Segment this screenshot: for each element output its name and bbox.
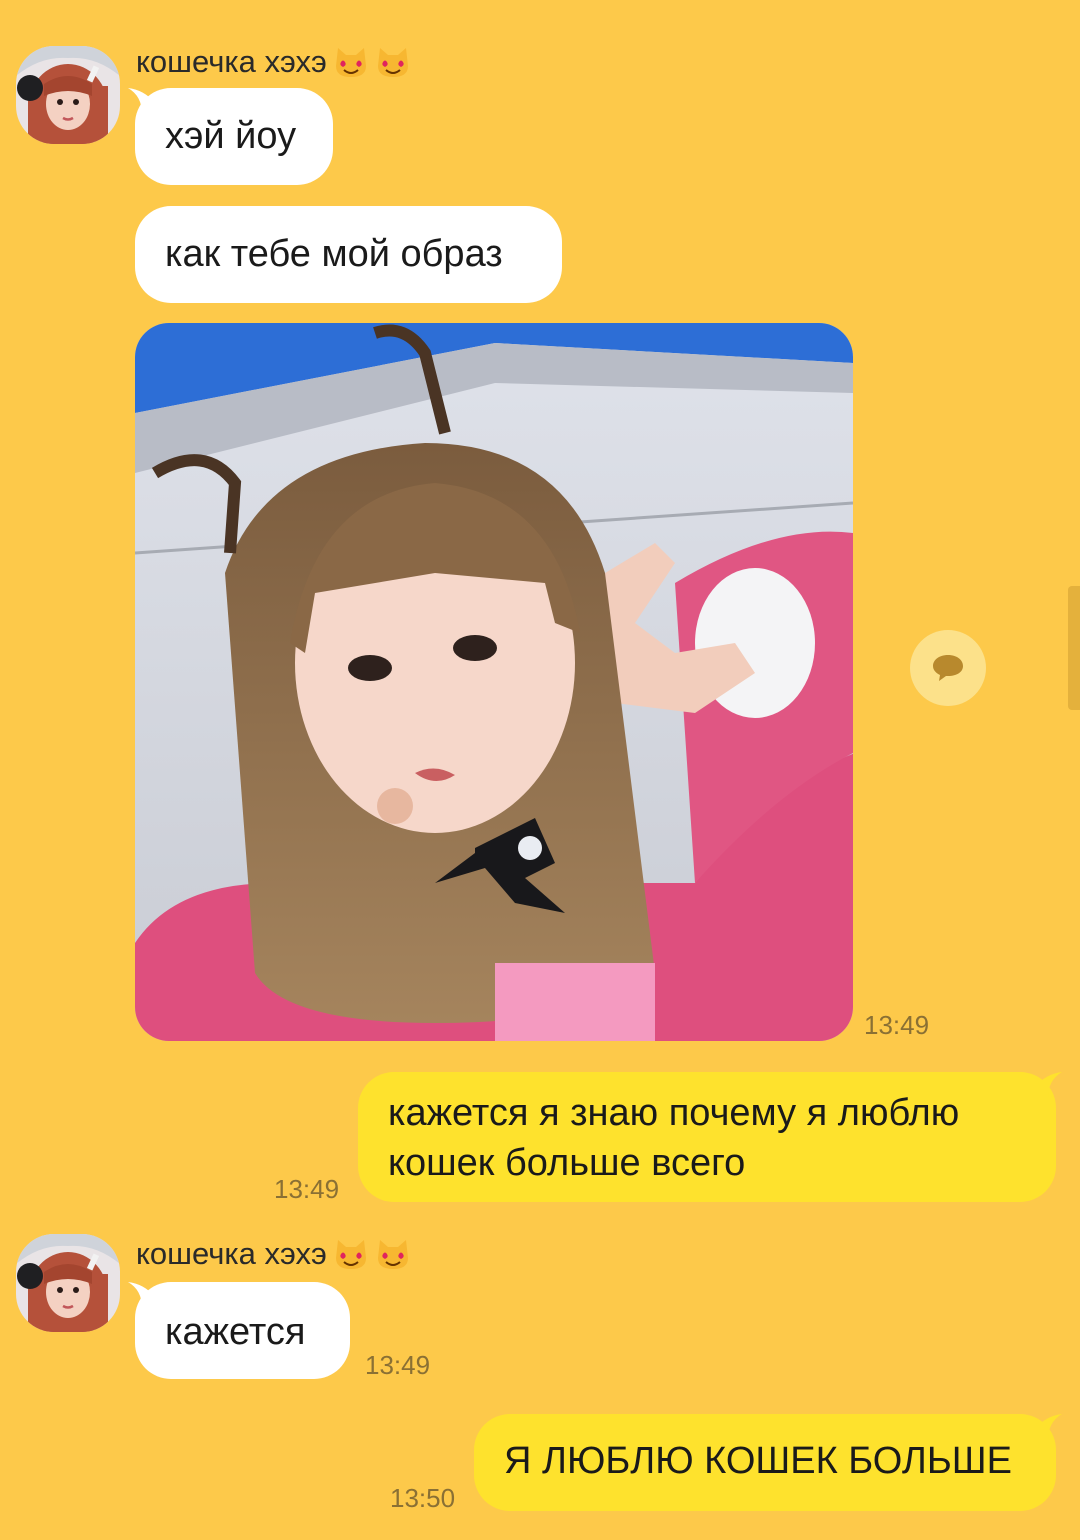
message-text: хэй йоу bbox=[165, 115, 297, 157]
photo-message[interactable] bbox=[135, 323, 853, 1041]
heart-eyes-cat-icon bbox=[375, 44, 411, 80]
message-bubble-outgoing[interactable]: Я ЛЮБЛЮ КОШЕК БОЛЬШЕ bbox=[474, 1414, 1056, 1511]
sender-name: кошечка хэхэ bbox=[136, 44, 411, 80]
message-text: кажется bbox=[165, 1311, 306, 1353]
message-timestamp: 13:49 bbox=[365, 1350, 431, 1380]
reply-button[interactable] bbox=[910, 630, 986, 706]
message-bubble-incoming[interactable]: кажется bbox=[135, 1282, 350, 1379]
sender-name: кошечка хэхэ bbox=[136, 1236, 411, 1272]
message-bubble-outgoing[interactable]: кажется я знаю почему я люблю кошек боль… bbox=[358, 1072, 1056, 1202]
heart-eyes-cat-icon bbox=[333, 1236, 369, 1272]
message-text-line: кажется я знаю почему я люблю bbox=[388, 1092, 960, 1134]
speech-bubble-icon bbox=[933, 655, 963, 681]
bubble-tail bbox=[1036, 1414, 1062, 1440]
bubble-tail bbox=[1036, 1072, 1062, 1098]
heart-eyes-cat-icon bbox=[333, 44, 369, 80]
message-bubble-incoming[interactable]: как тебе мой образ bbox=[135, 206, 562, 303]
heart-eyes-cat-icon bbox=[375, 1236, 411, 1272]
message-bubble-incoming[interactable]: хэй йоу bbox=[135, 88, 333, 185]
message-text-line: кошек больше всего bbox=[388, 1142, 746, 1184]
scrollbar-thumb[interactable] bbox=[1068, 586, 1080, 710]
message-text: как тебе мой образ bbox=[165, 233, 503, 275]
contact-avatar[interactable] bbox=[16, 1234, 120, 1332]
message-timestamp: 13:50 bbox=[390, 1483, 456, 1513]
contact-avatar[interactable] bbox=[16, 46, 120, 144]
message-timestamp: 13:49 bbox=[864, 1010, 930, 1040]
message-text: Я ЛЮБЛЮ КОШЕК БОЛЬШЕ bbox=[504, 1440, 1012, 1482]
message-timestamp: 13:49 bbox=[274, 1174, 340, 1204]
